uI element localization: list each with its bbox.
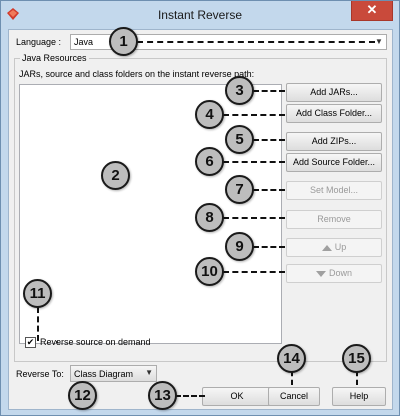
callout-badge: 1: [109, 27, 138, 56]
up-button[interactable]: Up: [286, 238, 382, 257]
reverse-on-demand-label: Reverse source on demand: [40, 337, 151, 347]
callout-leader: [175, 395, 205, 397]
callout-badge: 2: [101, 161, 130, 190]
callout-leader: [253, 189, 285, 191]
callout-badge: 15: [342, 344, 371, 373]
language-label: Language :: [16, 37, 62, 47]
callout-leader: [253, 139, 285, 141]
down-button[interactable]: Down: [286, 264, 382, 283]
callout-leader: [291, 371, 293, 385]
callout-badge: 12: [68, 381, 97, 410]
reverse-to-select[interactable]: Class Diagram ▼: [70, 365, 157, 382]
reverse-to-value: Class Diagram: [74, 369, 134, 379]
remove-button[interactable]: Remove: [286, 210, 382, 229]
path-label: JARs, source and class folders on the in…: [19, 69, 255, 79]
arrow-up-icon: [321, 244, 332, 251]
callout-badge: 3: [225, 76, 254, 105]
callout-leader: [223, 161, 285, 163]
set-model-button[interactable]: Set Model...: [286, 181, 382, 200]
add-zips-button[interactable]: Add ZIPs...: [286, 132, 382, 151]
add-jars-button[interactable]: Add JARs...: [286, 83, 382, 102]
ok-button[interactable]: OK: [202, 387, 272, 406]
callout-badge: 9: [225, 232, 254, 261]
callout-leader: [223, 271, 285, 273]
chevron-down-icon: ▼: [145, 368, 153, 377]
path-list[interactable]: [19, 84, 282, 344]
up-label: Up: [334, 242, 347, 252]
add-class-folder-button[interactable]: Add Class Folder...: [286, 104, 382, 123]
callout-leader: [253, 246, 285, 248]
callout-badge: 6: [195, 147, 224, 176]
cancel-button[interactable]: Cancel: [268, 387, 320, 406]
language-value: Java: [74, 37, 94, 47]
callout-badge: 4: [195, 100, 224, 129]
help-button[interactable]: Help: [332, 387, 386, 406]
callout-leader: [137, 41, 375, 43]
callout-leader: [37, 307, 39, 341]
callout-leader: [356, 371, 358, 385]
add-source-folder-button[interactable]: Add Source Folder...: [286, 153, 382, 172]
down-label: Down: [328, 268, 352, 278]
callout-badge: 13: [148, 381, 177, 410]
reverse-to-label: Reverse To:: [16, 369, 64, 379]
close-button[interactable]: ✕: [351, 1, 393, 21]
java-resources-title: Java Resources: [20, 53, 89, 63]
callout-badge: 10: [195, 257, 224, 286]
title-bar: Instant Reverse ✕: [1, 1, 399, 29]
callout-badge: 5: [225, 125, 254, 154]
callout-leader: [223, 114, 285, 116]
callout-badge: 14: [277, 344, 306, 373]
callout-badge: 11: [23, 279, 52, 308]
callout-leader: [223, 217, 285, 219]
instant-reverse-window: Instant Reverse ✕ Language : Java ▼ Java…: [0, 0, 400, 416]
callout-badge: 8: [195, 203, 224, 232]
callout-badge: 7: [225, 175, 254, 204]
callout-leader: [253, 90, 285, 92]
reverse-on-demand-checkbox[interactable]: ✔: [25, 337, 36, 348]
arrow-down-icon: [315, 270, 326, 277]
window-title: Instant Reverse: [157, 8, 243, 22]
